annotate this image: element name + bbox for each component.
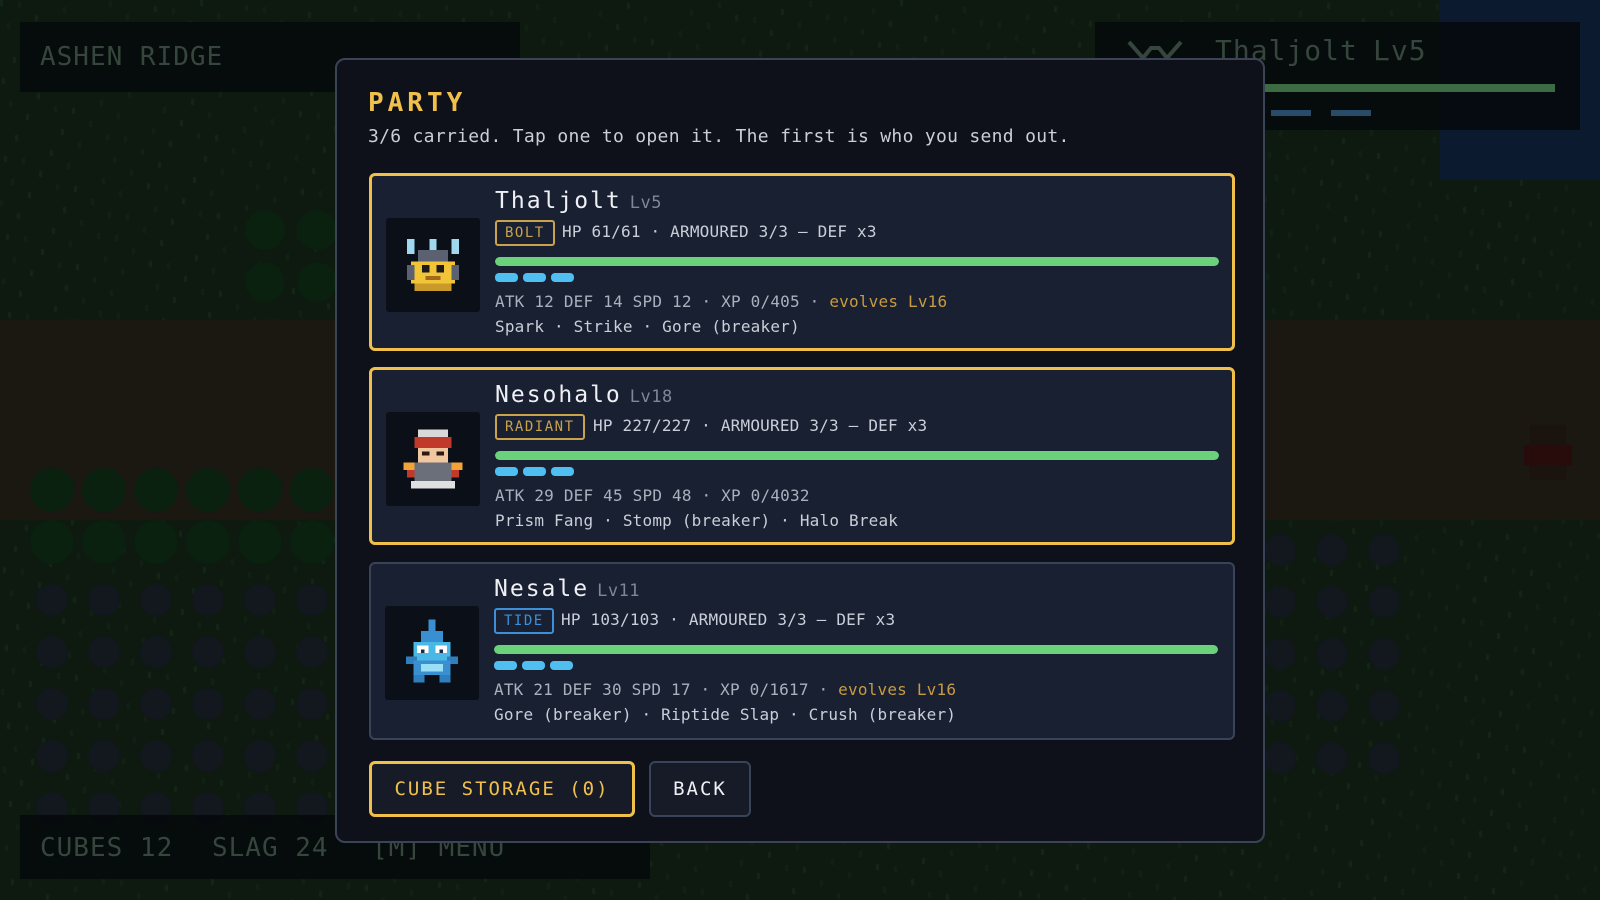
creature-name: Nesale Lv11: [494, 576, 640, 602]
creature-name: Nesohalo Lv18: [495, 382, 673, 408]
opponent-armour-pip: [1271, 110, 1311, 116]
armour-pip: [494, 661, 517, 670]
creature-portrait: [386, 412, 480, 506]
creature-level: Lv18: [629, 387, 673, 407]
opponent-hp-bar: [1265, 84, 1555, 92]
opponent-horns-icon: [1127, 40, 1183, 60]
stats-line: ATK 21 DEF 30 SPD 17 · XP 0/1617 · evolv…: [494, 680, 956, 699]
evolve-hint: evolves Lv16: [829, 292, 948, 311]
party-title: PARTY: [368, 88, 467, 118]
creature-portrait: [385, 606, 479, 700]
armour-pip: [522, 661, 545, 670]
slag-count: SLAG 24: [212, 833, 329, 863]
back-button[interactable]: BACK: [649, 761, 751, 817]
creature-level: Lv11: [597, 581, 641, 601]
cube-storage-button[interactable]: CUBE STORAGE (0): [369, 761, 635, 817]
type-badge: BOLT: [495, 220, 555, 246]
armour-pip: [550, 661, 573, 670]
creature-level: Lv5: [629, 193, 662, 213]
area-name: ASHEN RIDGE: [40, 42, 224, 72]
hp-armour-text: HP 227/227 · ARMOURED 3/3 — DEF x3: [593, 416, 928, 435]
stats-text: ATK 21 DEF 30 SPD 17 · XP 0/1617 ·: [494, 680, 839, 699]
armour-pip: [523, 467, 546, 476]
stats-text: ATK 29 DEF 45 SPD 48 · XP 0/4032: [495, 486, 810, 505]
opponent-armour-pip: [1331, 110, 1371, 116]
hp-bar: [495, 257, 1219, 266]
hp-armour-text: HP 103/103 · ARMOURED 3/3 — DEF x3: [561, 610, 896, 629]
hp-bar-fill: [495, 257, 1219, 266]
cubes-count: CUBES 12: [40, 833, 174, 863]
armour-pips: [495, 467, 579, 476]
armour-pips: [495, 273, 579, 282]
hp-bar-fill: [494, 645, 1218, 654]
opponent-level: Lv5: [1373, 34, 1427, 67]
armour-pip: [495, 467, 518, 476]
party-subtitle: 3/6 carried. Tap one to open it. The fir…: [368, 126, 1070, 147]
bolt-creature-icon: [407, 239, 459, 291]
party-panel: PARTY 3/6 carried. Tap one to open it. T…: [335, 58, 1265, 843]
type-badge: TIDE: [494, 608, 554, 634]
evolve-hint: evolves Lv16: [838, 680, 957, 699]
stats-line: ATK 12 DEF 14 SPD 12 · XP 0/405 · evolve…: [495, 292, 947, 311]
party-member-card-nesale[interactable]: Nesale Lv11 TIDE HP 103/103 · ARMOURED 3/…: [369, 562, 1235, 740]
creature-portrait: [386, 218, 480, 312]
armour-pip: [551, 273, 574, 282]
tide-creature-icon: [406, 619, 458, 683]
hp-bar: [494, 645, 1218, 654]
hp-armour-text: HP 61/61 · ARMOURED 3/3 — DEF x3: [562, 222, 877, 241]
creature-name-text: Nesale: [494, 576, 590, 602]
type-badge: RADIANT: [495, 414, 585, 440]
armour-pip: [523, 273, 546, 282]
stats-text: ATK 12 DEF 14 SPD 12 · XP 0/405 ·: [495, 292, 830, 311]
armour-pip: [551, 467, 574, 476]
stats-line: ATK 29 DEF 45 SPD 48 · XP 0/4032: [495, 486, 810, 505]
hp-bar-fill: [495, 451, 1219, 460]
party-member-card-thaljolt[interactable]: Thaljolt Lv5 BOLT HP 61/61 · ARMOURED 3/3…: [369, 173, 1235, 351]
moves-line: Gore (breaker) · Riptide Slap · Crush (b…: [494, 705, 957, 724]
creature-name-text: Thaljolt: [495, 188, 622, 214]
party-member-card-nesohalo[interactable]: Nesohalo Lv18 RADIANT HP 227/227 · ARMOUR…: [369, 367, 1235, 545]
moves-line: Spark · Strike · Gore (breaker): [495, 317, 800, 336]
moves-line: Prism Fang · Stomp (breaker) · Halo Brea…: [495, 511, 899, 530]
radiant-creature-icon: [403, 429, 463, 489]
creature-name-text: Nesohalo: [495, 382, 622, 408]
creature-name: Thaljolt Lv5: [495, 188, 662, 214]
armour-pips: [494, 661, 578, 670]
hp-bar: [495, 451, 1219, 460]
armour-pip: [495, 273, 518, 282]
